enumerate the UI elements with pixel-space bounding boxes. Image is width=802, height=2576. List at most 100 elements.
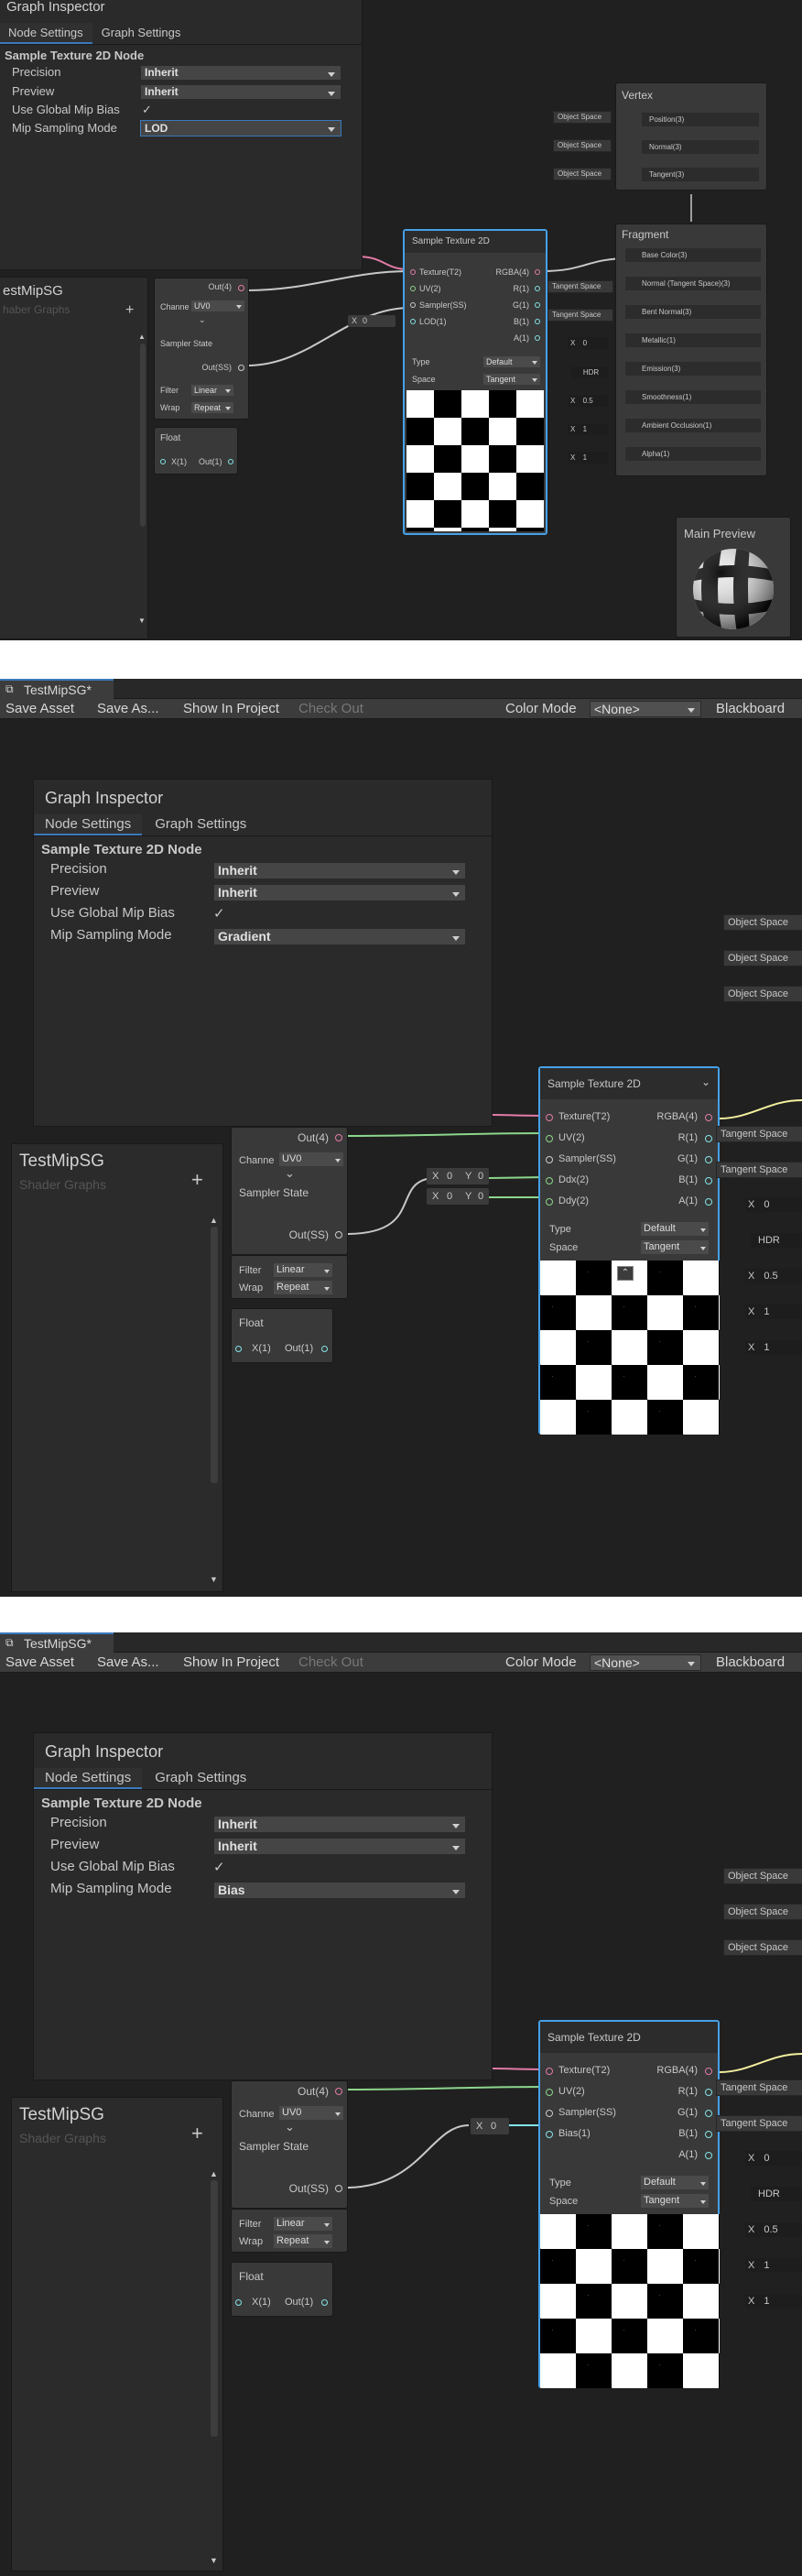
add-button[interactable]: + xyxy=(191,1168,203,1192)
sampler-state-node[interactable]: Filter Linear Wrap Repeat xyxy=(231,1255,348,1299)
vertex-space-1[interactable]: Object Space xyxy=(723,914,802,931)
emission-hdr[interactable]: HDR xyxy=(571,366,608,378)
metallic-field[interactable]: X0 xyxy=(745,1197,802,1212)
frag-space-1[interactable]: Tangent Space xyxy=(716,1126,802,1142)
uv-out-dot[interactable] xyxy=(335,2088,342,2095)
collapse-icon[interactable]: ⌄ xyxy=(285,2120,295,2134)
filter-dropdown[interactable]: Linear xyxy=(274,2217,332,2231)
float-in-dot[interactable] xyxy=(235,2299,242,2306)
ddx-field[interactable]: X0 Y0 xyxy=(427,1168,489,1184)
global-mip-bias-checkbox[interactable]: ✓ xyxy=(213,1859,225,1875)
ddy-field[interactable]: X0 Y0 xyxy=(427,1188,489,1205)
tab-graph-settings[interactable]: Graph Settings xyxy=(142,1768,259,1789)
sampler-out-dot[interactable] xyxy=(335,2185,342,2192)
uv-out-dot[interactable] xyxy=(335,1134,342,1141)
frag-smoothness[interactable]: Smoothness(1) xyxy=(625,390,761,404)
wrap-dropdown[interactable]: Repeat xyxy=(274,1281,332,1294)
tab-graph-settings[interactable]: Graph Settings xyxy=(92,23,190,44)
ao-field[interactable]: X 1 xyxy=(568,423,608,435)
blackboard-scrollbar[interactable] xyxy=(140,344,146,527)
space-dropdown[interactable]: Tangent xyxy=(483,374,540,385)
frag-metallic[interactable]: Metallic(1) xyxy=(625,333,761,347)
chevron-down-icon[interactable]: ⌄ xyxy=(701,1075,710,1088)
scroll-up-icon[interactable]: ▲ xyxy=(210,1216,218,1225)
float-out-dot[interactable] xyxy=(321,1346,328,1352)
uv-node[interactable]: Out(4) Channe UV0 ⌄ Sampler State Out(SS… xyxy=(231,2080,348,2209)
frag-alpha[interactable]: Alpha(1) xyxy=(625,447,761,461)
vertex-space-3[interactable]: Object Space xyxy=(723,986,802,1002)
emission-hdr[interactable]: HDR xyxy=(751,2187,802,2201)
space-dropdown[interactable]: Tangent xyxy=(641,2194,709,2208)
scroll-up-icon[interactable]: ▲ xyxy=(210,2169,218,2178)
vertex-position[interactable]: Position(3) xyxy=(642,113,759,126)
uv-out-dot[interactable] xyxy=(238,285,244,291)
add-button[interactable]: + xyxy=(191,2122,203,2145)
smoothness-field[interactable]: X 0.5 xyxy=(745,2222,802,2237)
frag-emission[interactable]: Emission(3) xyxy=(625,362,761,376)
mip-sampling-mode-dropdown[interactable]: Bias xyxy=(213,1882,466,1899)
lod-x-field[interactable]: X 0 xyxy=(348,315,396,327)
frag-base-color[interactable]: Base Color(3) xyxy=(625,248,761,262)
sample-texture-2d-node[interactable]: Sample Texture 2D Texture(T2) UV(2) Samp… xyxy=(403,229,547,535)
collapse-preview-icon[interactable]: ⌃ xyxy=(617,1266,634,1281)
vertex-space-2[interactable]: Object Space xyxy=(723,1904,802,1920)
float-out-dot[interactable] xyxy=(321,2299,328,2306)
wrap-dropdown[interactable]: Repeat xyxy=(191,402,233,413)
tab-graph-settings[interactable]: Graph Settings xyxy=(142,814,259,835)
mip-sampling-mode-dropdown[interactable]: LOD xyxy=(140,120,341,136)
frag-space-1[interactable]: Tangent Space xyxy=(547,280,613,293)
frag-ao[interactable]: Ambient Occlusion(1) xyxy=(625,419,761,432)
frag-space-2[interactable]: Tangent Space xyxy=(716,1162,802,1178)
type-dropdown[interactable]: Default xyxy=(641,1222,709,1236)
scroll-down-icon[interactable]: ▼ xyxy=(138,617,146,625)
vertex-space-2[interactable]: Object Space xyxy=(723,950,802,966)
smoothness-field[interactable]: X 0.5 xyxy=(745,1269,802,1283)
vertex-space-3[interactable]: Object Space xyxy=(553,168,612,180)
vertex-tangent[interactable]: Tangent(3) xyxy=(642,168,759,181)
tab-node-settings[interactable]: Node Settings xyxy=(34,1768,143,1789)
uv-node[interactable]: Out(4) Channe UV0 ⌄ Sampler State Out(SS… xyxy=(154,278,249,420)
wrap-dropdown[interactable]: Repeat xyxy=(274,2234,332,2248)
vertex-normal[interactable]: Normal(3) xyxy=(642,140,759,154)
blackboard-scrollbar[interactable] xyxy=(211,1227,218,1483)
sample-texture-2d-node[interactable]: Sample Texture 2D Texture(T2) UV(2) Samp… xyxy=(538,2020,720,2388)
filter-dropdown[interactable]: Linear xyxy=(191,385,233,396)
float-node[interactable]: Float X(1) Out(1) xyxy=(231,2262,333,2317)
vertex-space-2[interactable]: Object Space xyxy=(553,139,612,152)
channel-dropdown[interactable]: UV0 xyxy=(279,1152,343,1166)
mip-sampling-mode-dropdown[interactable]: Gradient xyxy=(213,928,466,945)
type-dropdown[interactable]: Default xyxy=(641,2176,709,2189)
alpha-field[interactable]: X1 xyxy=(745,2294,802,2309)
filter-dropdown[interactable]: Linear xyxy=(274,1263,332,1277)
sampler-state-node[interactable]: Filter Linear Wrap Repeat xyxy=(231,2209,348,2253)
precision-dropdown[interactable]: Inherit xyxy=(213,1816,466,1833)
collapse-icon[interactable]: ⌄ xyxy=(199,315,206,325)
channel-dropdown[interactable]: UV0 xyxy=(191,300,244,311)
metallic-field[interactable]: X0 xyxy=(745,2151,802,2166)
sampler-out-dot[interactable] xyxy=(238,365,244,371)
frag-bent-normal[interactable]: Bent Normal(3) xyxy=(625,305,761,319)
preview-dropdown[interactable]: Inherit xyxy=(213,884,466,901)
float-in-dot[interactable] xyxy=(160,459,166,464)
global-mip-bias-checkbox[interactable]: ✓ xyxy=(213,905,225,922)
float-node[interactable]: Float X(1) Out(1) xyxy=(231,1308,333,1363)
scroll-up-icon[interactable]: ▲ xyxy=(138,333,146,341)
uv-node[interactable]: Out(4) Channe UV0 ⌄ Sampler State Out(SS… xyxy=(231,1127,348,1255)
tab-node-settings[interactable]: Node Settings xyxy=(34,814,143,835)
emission-hdr[interactable]: HDR xyxy=(751,1233,802,1248)
scroll-down-icon[interactable]: ▼ xyxy=(210,2556,218,2565)
preview-dropdown[interactable]: Inherit xyxy=(213,1838,466,1855)
sampler-out-dot[interactable] xyxy=(335,1231,342,1239)
ao-field[interactable]: X1 xyxy=(745,2258,802,2273)
scroll-down-icon[interactable]: ▼ xyxy=(210,1575,218,1584)
frag-space-1[interactable]: Tangent Space xyxy=(716,2079,802,2096)
bias-field[interactable]: X0 xyxy=(471,2118,509,2134)
vertex-space-1[interactable]: Object Space xyxy=(723,1868,802,1884)
frag-space-2[interactable]: Tangent Space xyxy=(547,309,613,322)
ao-field[interactable]: X1 xyxy=(745,1304,802,1319)
alpha-field[interactable]: X1 xyxy=(745,1340,802,1355)
space-dropdown[interactable]: Tangent xyxy=(641,1240,709,1254)
blackboard-scrollbar[interactable] xyxy=(211,2180,218,2437)
vertex-space-3[interactable]: Object Space xyxy=(723,1939,802,1956)
float-node[interactable]: Float X(1) Out(1) xyxy=(154,427,238,475)
